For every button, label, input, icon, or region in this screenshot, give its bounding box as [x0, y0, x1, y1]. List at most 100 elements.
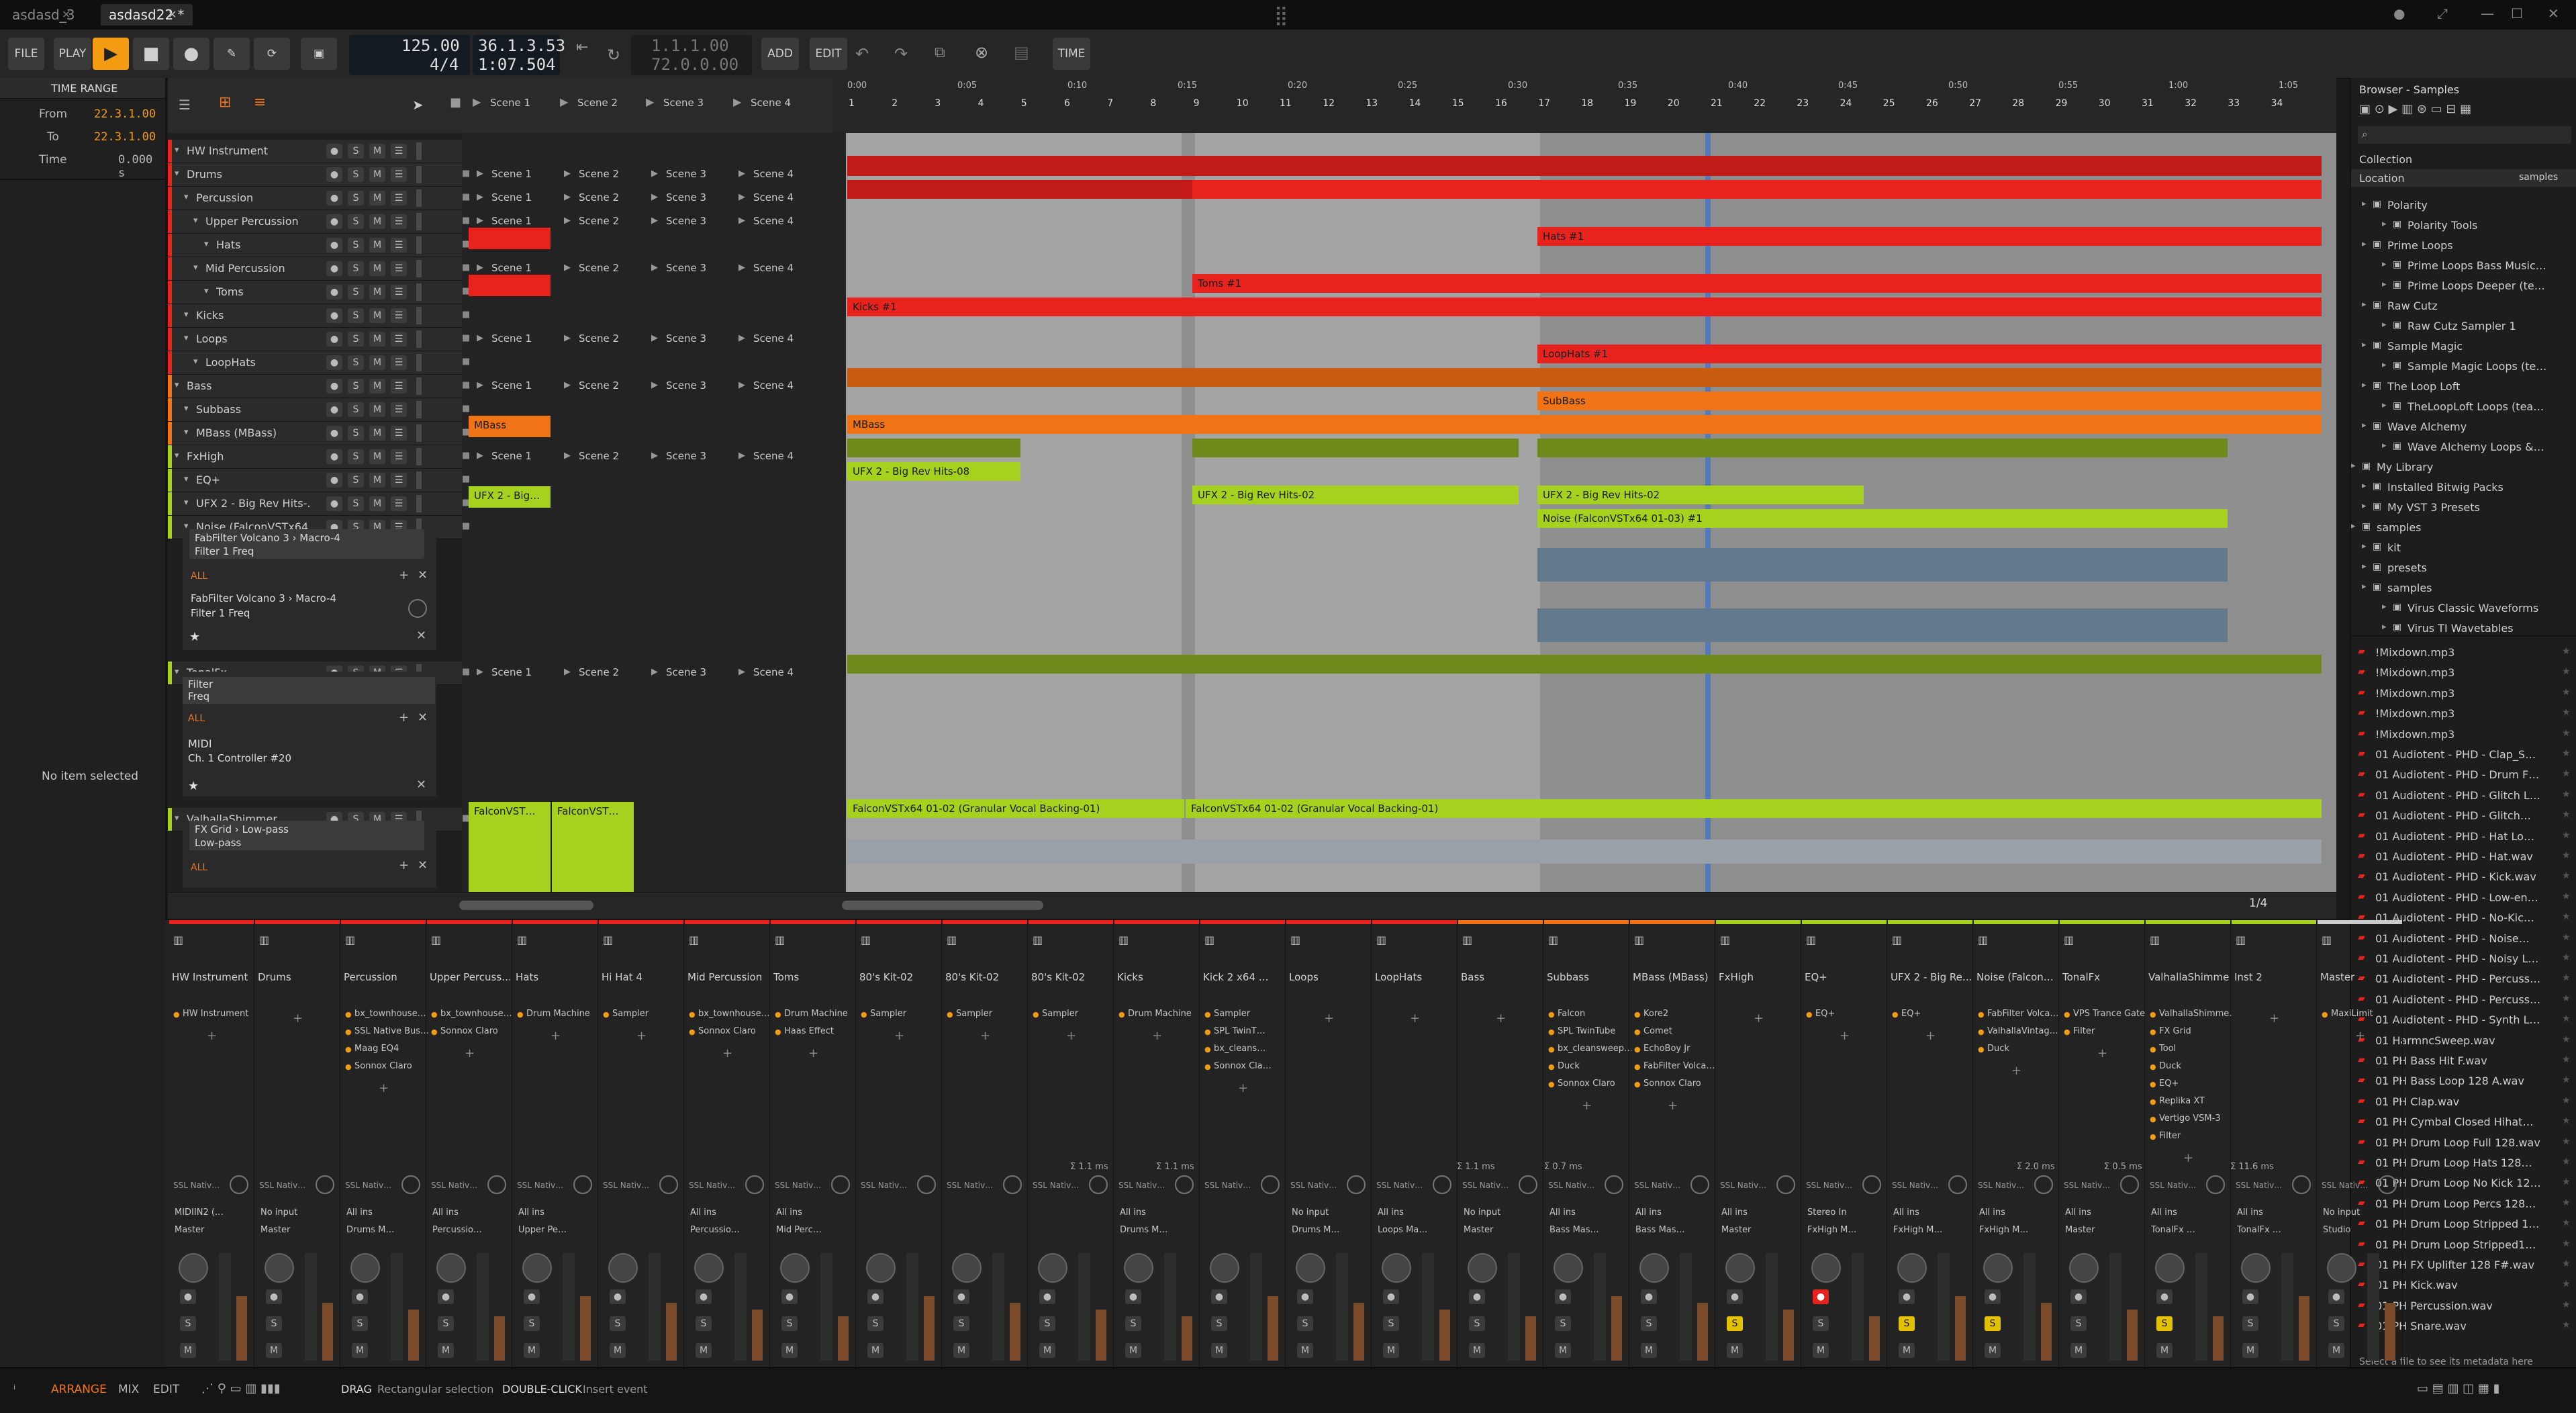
channel-name[interactable]: Master — [2320, 971, 2401, 983]
output-select[interactable]: Master — [260, 1225, 334, 1235]
volume-fader[interactable] — [1336, 1253, 1348, 1361]
close-icon[interactable]: ✕ — [416, 778, 426, 792]
mute-button[interactable]: M — [369, 191, 385, 206]
channel-name[interactable]: Upper Percuss… — [430, 971, 510, 983]
plugin-power-icon[interactable]: ● — [173, 1010, 180, 1019]
layout-icons[interactable]: ▭ ▤ ▥ ◫ ▦ ▮ — [2417, 1381, 2500, 1396]
mute-button[interactable]: M — [369, 473, 385, 488]
input-select[interactable]: All ins — [432, 1207, 506, 1218]
channel-name[interactable]: Loops — [1289, 971, 1370, 983]
track-header[interactable]: ▾ EQ+ ● S M ☰ — [168, 469, 462, 492]
plugin-power-icon[interactable]: ● — [345, 1045, 352, 1054]
device-slot[interactable]: Kore2 — [1643, 1009, 1717, 1019]
star-icon[interactable]: ★ — [2562, 911, 2571, 922]
browser-search[interactable]: ⌕ — [2358, 126, 2571, 144]
folder-toggle-icon[interactable]: ▸ — [2382, 279, 2387, 289]
record-arm-button[interactable]: ● — [610, 1289, 626, 1304]
track-header[interactable]: ▾ FxHigh ● S M ☰ — [168, 445, 462, 469]
solo-button[interactable]: S — [348, 496, 364, 511]
plugin-power-icon[interactable]: ● — [1634, 1080, 1641, 1089]
solo-button[interactable]: S — [2070, 1316, 2087, 1331]
time-button[interactable]: TIME — [1053, 38, 1090, 70]
grid-zoom[interactable]: 1/4 — [2249, 897, 2267, 910]
output-select[interactable]: Loops Ma… — [1378, 1225, 1451, 1235]
device-slot[interactable]: EQ+ — [1815, 1009, 1889, 1019]
send-knob[interactable] — [487, 1175, 506, 1194]
minimize-icon[interactable]: — — [2481, 5, 2494, 21]
folder-toggle-icon[interactable]: ▸ — [2362, 582, 2367, 592]
star-icon[interactable]: ★ — [2562, 1300, 2571, 1310]
track-name[interactable]: Drums — [187, 168, 310, 181]
plugin-power-icon[interactable]: ● — [2150, 1028, 2156, 1036]
clip-play-icon[interactable]: ▶ — [651, 263, 658, 273]
browser-file[interactable]: 01 Audiotent - PHD - Hat.wav — [2375, 850, 2557, 863]
restore-icon[interactable]: ⤢ — [2437, 5, 2448, 21]
plugin-power-icon[interactable]: ● — [345, 1010, 352, 1019]
solo-button[interactable]: S — [781, 1316, 798, 1331]
arm-icon[interactable]: ☰ — [391, 496, 407, 511]
plugin-power-icon[interactable]: ● — [2150, 1045, 2156, 1054]
star-icon[interactable]: ★ — [2562, 666, 2571, 677]
input-select[interactable]: All ins — [1549, 1207, 1623, 1218]
arm-icon[interactable]: ☰ — [391, 308, 407, 323]
stop-icon[interactable]: ■ — [462, 263, 470, 273]
browser-folder[interactable]: My VST 3 Presets — [2387, 501, 2569, 514]
plugin-power-icon[interactable]: ● — [1548, 1028, 1555, 1036]
arm-icon[interactable]: ☰ — [391, 214, 407, 229]
volume-fader[interactable] — [2367, 1253, 2379, 1361]
device-slot[interactable]: SPL TwinT… — [1214, 1026, 1288, 1036]
plugin-power-icon[interactable]: ● — [2150, 1132, 2156, 1141]
channel-name[interactable]: EQ+ — [1805, 971, 1885, 983]
device-slot[interactable]: Duck — [1987, 1044, 2061, 1054]
clip-play-icon[interactable]: ▶ — [651, 380, 658, 390]
add-device-icon[interactable]: + — [1066, 1029, 1076, 1043]
record-arm-button[interactable]: ● — [1555, 1289, 1571, 1304]
clip-play-icon[interactable]: ▶ — [651, 216, 658, 226]
pan-knob[interactable] — [436, 1253, 466, 1283]
pan-knob[interactable] — [1725, 1253, 1755, 1283]
browser-folder[interactable]: kit — [2387, 541, 2569, 554]
plugin-power-icon[interactable]: ● — [1978, 1028, 1985, 1036]
browser-folder[interactable]: Sample Magic — [2387, 340, 2569, 353]
folder-toggle-icon[interactable]: ▸ — [2382, 441, 2387, 451]
pan-knob[interactable] — [1296, 1253, 1325, 1283]
stop-icon[interactable]: ■ — [462, 474, 470, 484]
launcher-clip[interactable]: Scene 1 — [491, 450, 532, 462]
device-slot[interactable]: bx_cleansweep… — [1558, 1044, 1631, 1054]
mute-button[interactable]: M — [1211, 1343, 1227, 1358]
solo-button[interactable]: S — [2328, 1316, 2344, 1331]
pan-knob[interactable] — [2069, 1253, 2099, 1283]
record-arm-button[interactable]: ● — [2156, 1289, 2173, 1304]
add-device-icon[interactable]: + — [465, 1046, 475, 1060]
input-select[interactable]: No input — [2323, 1207, 2397, 1218]
clip-play-icon[interactable]: ▶ — [564, 333, 571, 343]
device-slot[interactable]: FabFilter Volca… — [1643, 1061, 1717, 1071]
solo-button[interactable]: S — [348, 191, 364, 206]
track-name[interactable]: EQ+ — [196, 473, 310, 486]
folder-toggle-icon[interactable]: ▸ — [2362, 501, 2367, 511]
device-slot[interactable]: Haas Effect — [784, 1026, 858, 1036]
send-knob[interactable] — [1948, 1175, 1967, 1194]
input-select[interactable]: All ins — [690, 1207, 764, 1218]
plugin-power-icon[interactable]: ● — [1548, 1062, 1555, 1071]
clip-play-icon[interactable]: ▶ — [564, 451, 571, 461]
mute-toggle[interactable]: ● — [326, 191, 342, 206]
record-arm-button[interactable]: ● — [1727, 1289, 1743, 1304]
send-knob[interactable] — [2120, 1175, 2139, 1194]
tab-project[interactable]: asdasd_3 — [4, 4, 83, 26]
channel-name[interactable]: Mid Percussion — [687, 971, 768, 983]
launcher-slot[interactable] — [469, 275, 551, 296]
launcher-clip[interactable]: Scene 2 — [579, 168, 619, 180]
star-icon[interactable]: ★ — [2562, 789, 2571, 800]
close-icon[interactable]: ✕ — [168, 8, 177, 21]
folder-toggle-icon[interactable]: ▸ — [2362, 340, 2367, 350]
track-name[interactable]: LoopHats — [205, 356, 310, 369]
pan-knob[interactable] — [866, 1253, 896, 1283]
from-value[interactable]: 22.3.1.00 — [94, 107, 156, 121]
solo-button[interactable]: S — [867, 1316, 884, 1331]
output-select[interactable]: Master — [1721, 1225, 1795, 1235]
plugin-power-icon[interactable]: ● — [1892, 1010, 1899, 1019]
folder-toggle-icon[interactable]: ▸ — [2382, 259, 2387, 269]
output-select[interactable]: Bass Mas… — [1549, 1225, 1623, 1235]
arrange-clip[interactable] — [1192, 439, 1519, 457]
